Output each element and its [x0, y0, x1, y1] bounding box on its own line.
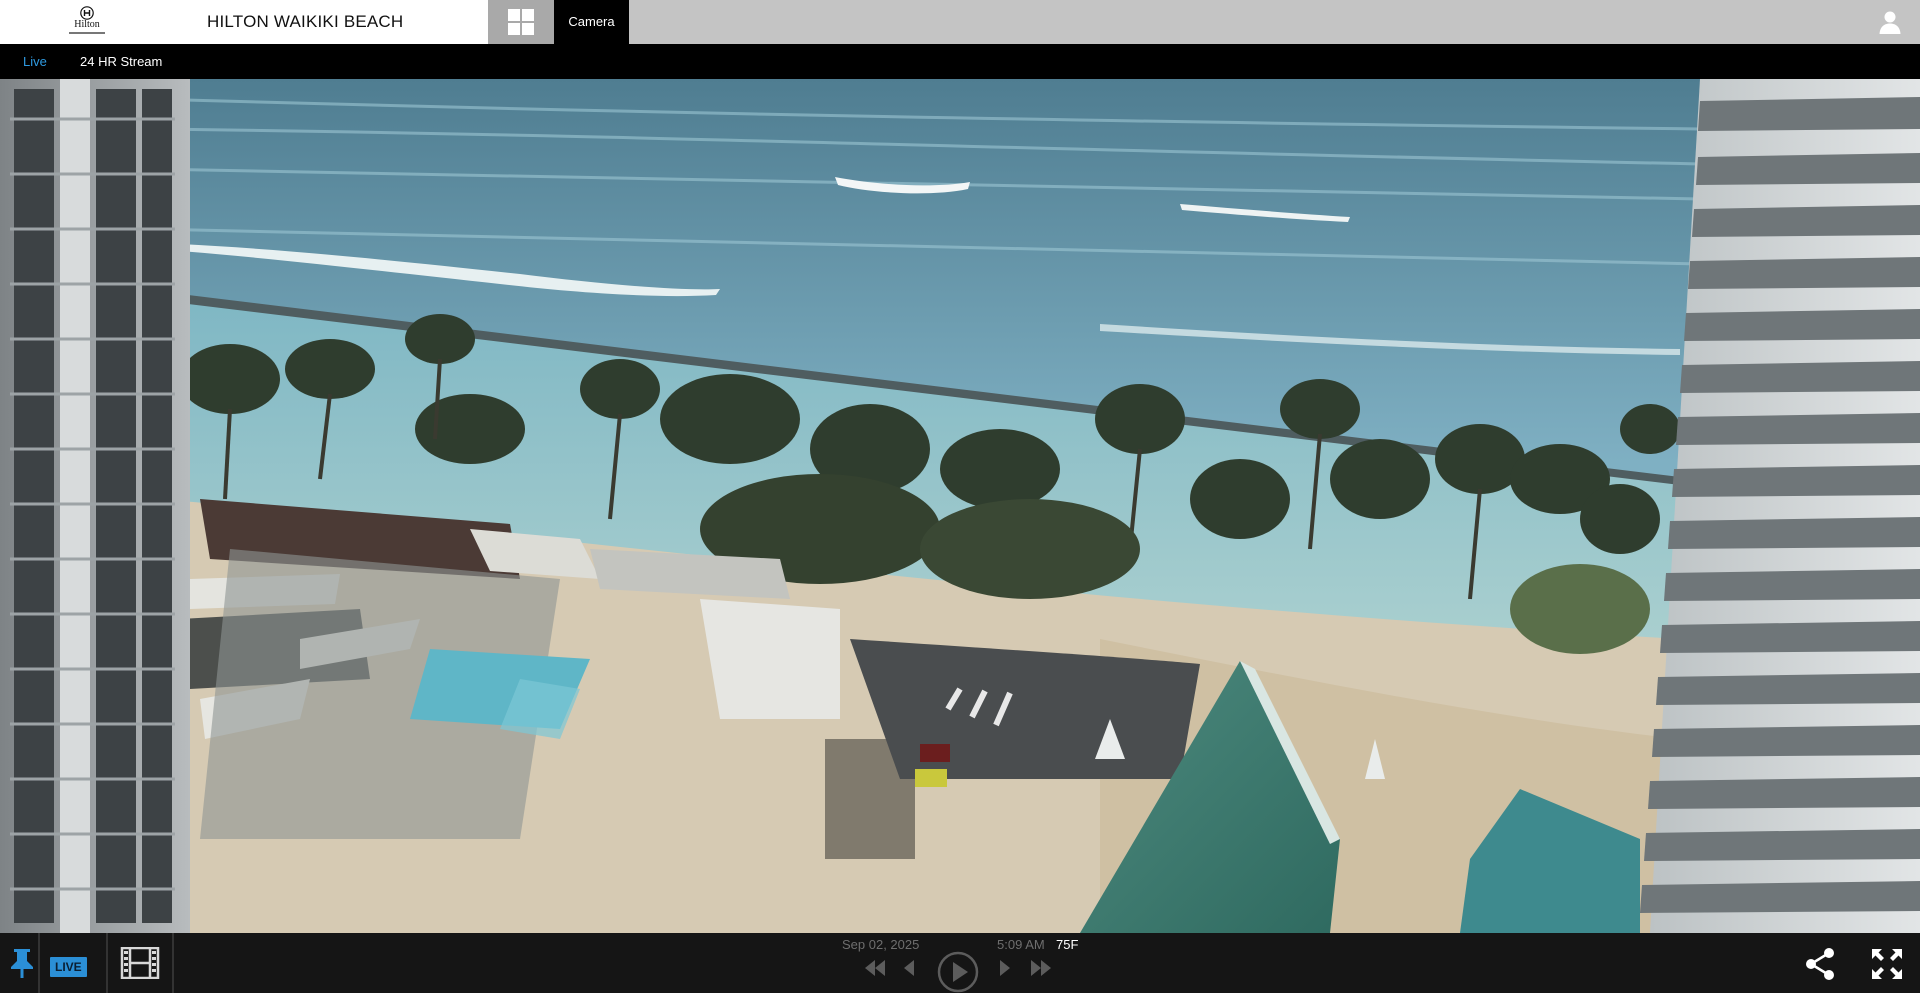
grid-icon — [508, 9, 534, 35]
pin-icon — [11, 949, 33, 978]
logo-tagline-mark — [69, 32, 105, 34]
divider — [38, 933, 40, 993]
step-forward-icon[interactable] — [998, 960, 1012, 976]
share-icon — [1806, 948, 1834, 980]
user-icon — [1879, 11, 1901, 34]
site-title: HILTON WAIKIKI BEACH — [207, 12, 404, 31]
logo-text: Hilton — [74, 19, 100, 30]
film-icon — [120, 946, 160, 980]
hilton-logo[interactable]: Hilton — [62, 6, 112, 38]
tab-24hr-stream[interactable]: 24 HR Stream — [80, 54, 162, 69]
user-account-button[interactable] — [1878, 10, 1902, 34]
fullscreen-button[interactable] — [1870, 947, 1904, 981]
fullscreen-icon — [1872, 949, 1902, 979]
divider — [106, 933, 108, 993]
tab-camera[interactable]: Camera — [554, 0, 629, 44]
tab-live[interactable]: Live — [23, 54, 47, 69]
skip-back-icon[interactable] — [863, 960, 887, 976]
temperature-readout: 75F — [1056, 937, 1079, 952]
hilton-logo-mark — [80, 6, 94, 20]
brand-area: Hilton HILTON WAIKIKI BEACH — [0, 0, 488, 44]
timestamp-time: 5:09 AM — [997, 937, 1045, 952]
live-video-feed[interactable] — [0, 79, 1920, 933]
step-back-icon[interactable] — [902, 960, 916, 976]
player-control-bar: LIVE Sep 02, 2025 5:09 AM 75F — [0, 933, 1920, 993]
recordings-button[interactable] — [120, 946, 160, 980]
play-icon[interactable] — [937, 951, 979, 993]
pin-button[interactable] — [8, 947, 36, 979]
skip-forward-icon[interactable] — [1029, 960, 1053, 976]
webcam-scene-image — [0, 79, 1920, 933]
camera-grid-button[interactable] — [488, 0, 554, 44]
share-button[interactable] — [1804, 947, 1836, 981]
top-bar: Hilton HILTON WAIKIKI BEACH Camera — [0, 0, 1920, 44]
playback-controls — [858, 951, 1058, 993]
timestamp-date: Sep 02, 2025 — [842, 937, 920, 952]
divider — [172, 933, 174, 993]
live-badge[interactable]: LIVE — [50, 957, 87, 977]
sub-navigation: Live 24 HR Stream — [0, 44, 1920, 79]
